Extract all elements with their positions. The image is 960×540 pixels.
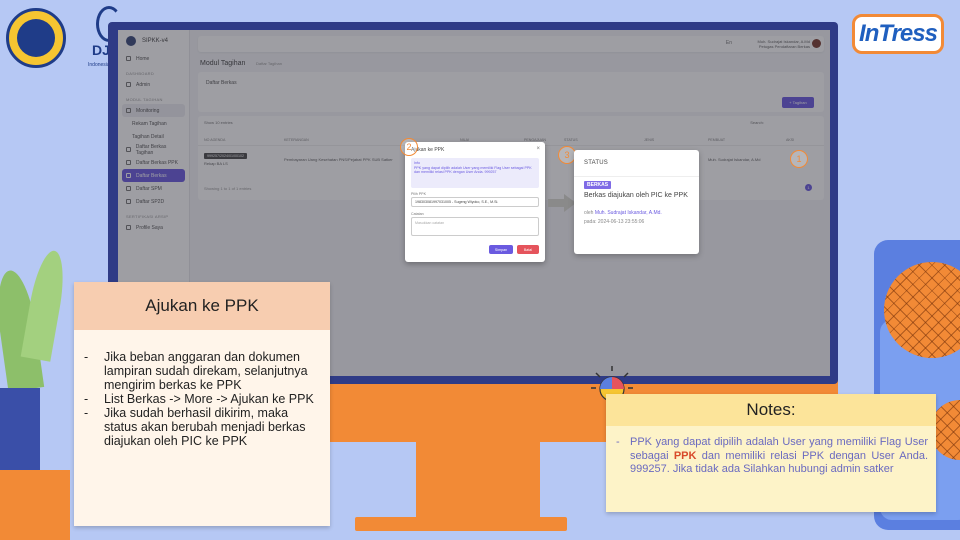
ajukan-ppk-modal: Ajukan ke PPK × Info PPK yang dapat dipi… bbox=[405, 142, 545, 262]
arrow-right-icon bbox=[548, 194, 576, 212]
info-text: PPK yang dapat dipilih adalah User yang … bbox=[414, 165, 532, 175]
note-textarea[interactable]: Masukkan catatan bbox=[411, 217, 539, 236]
status-badge: BERKAS bbox=[584, 181, 612, 189]
modal-info-box: Info PPK yang dapat dipilih adalah User … bbox=[411, 158, 539, 188]
info-panel-list: Jika beban anggaran dan dokumen lampiran… bbox=[74, 330, 330, 448]
info-point: Jika sudah berhasil dikirim, maka status… bbox=[84, 406, 322, 448]
status-by-name: Muh. Sudrajat Iskandar, A.Md. bbox=[594, 210, 662, 216]
info-panel: Ajukan ke PPK Jika beban anggaran dan do… bbox=[74, 282, 330, 526]
notes-highlight: PPK bbox=[673, 449, 697, 462]
intress-logo-text: InTress bbox=[859, 20, 938, 47]
cancel-button[interactable]: Batal bbox=[517, 245, 539, 254]
step-marker: 2 bbox=[400, 138, 418, 156]
decor-pot bbox=[0, 388, 40, 478]
ppk-label: Pilih PPK bbox=[411, 192, 426, 196]
kemenkeu-logo bbox=[6, 8, 66, 68]
decor-block-orange bbox=[0, 470, 70, 540]
status-description: Berkas diajukan oleh PIC ke PPK bbox=[584, 192, 688, 199]
notes-title: Notes: bbox=[606, 394, 936, 426]
intress-logo: InTress bbox=[852, 14, 944, 54]
info-panel-title: Ajukan ke PPK bbox=[74, 282, 330, 330]
status-divider bbox=[574, 176, 699, 177]
status-date: pada: 2024-06-13 23:55:06 bbox=[584, 219, 645, 225]
monitor-base bbox=[355, 517, 567, 531]
notes-text: PPK yang dapat dipilih adalah User yang … bbox=[606, 426, 936, 477]
status-by-prefix: oleh bbox=[584, 210, 594, 216]
status-card: STATUS BERKAS Berkas diajukan oleh PIC k… bbox=[574, 150, 699, 254]
status-title: STATUS bbox=[584, 160, 608, 166]
save-button[interactable]: Simpan bbox=[489, 245, 513, 254]
note-label: Catatan bbox=[411, 212, 424, 216]
status-by: oleh Muh. Sudrajat Iskandar, A.Md. bbox=[584, 210, 662, 216]
notes-panel: Notes: PPK yang dapat dipilih adalah Use… bbox=[606, 394, 936, 512]
step-marker: 1 bbox=[790, 150, 808, 168]
info-point: Jika beban anggaran dan dokumen lampiran… bbox=[84, 350, 322, 392]
close-icon[interactable]: × bbox=[536, 146, 540, 152]
info-point: List Berkas -> More -> Ajukan ke PPK bbox=[84, 392, 322, 406]
ppk-select[interactable]: 198303081997031005 - Sugeng Wiyoko, S.E.… bbox=[411, 197, 539, 207]
